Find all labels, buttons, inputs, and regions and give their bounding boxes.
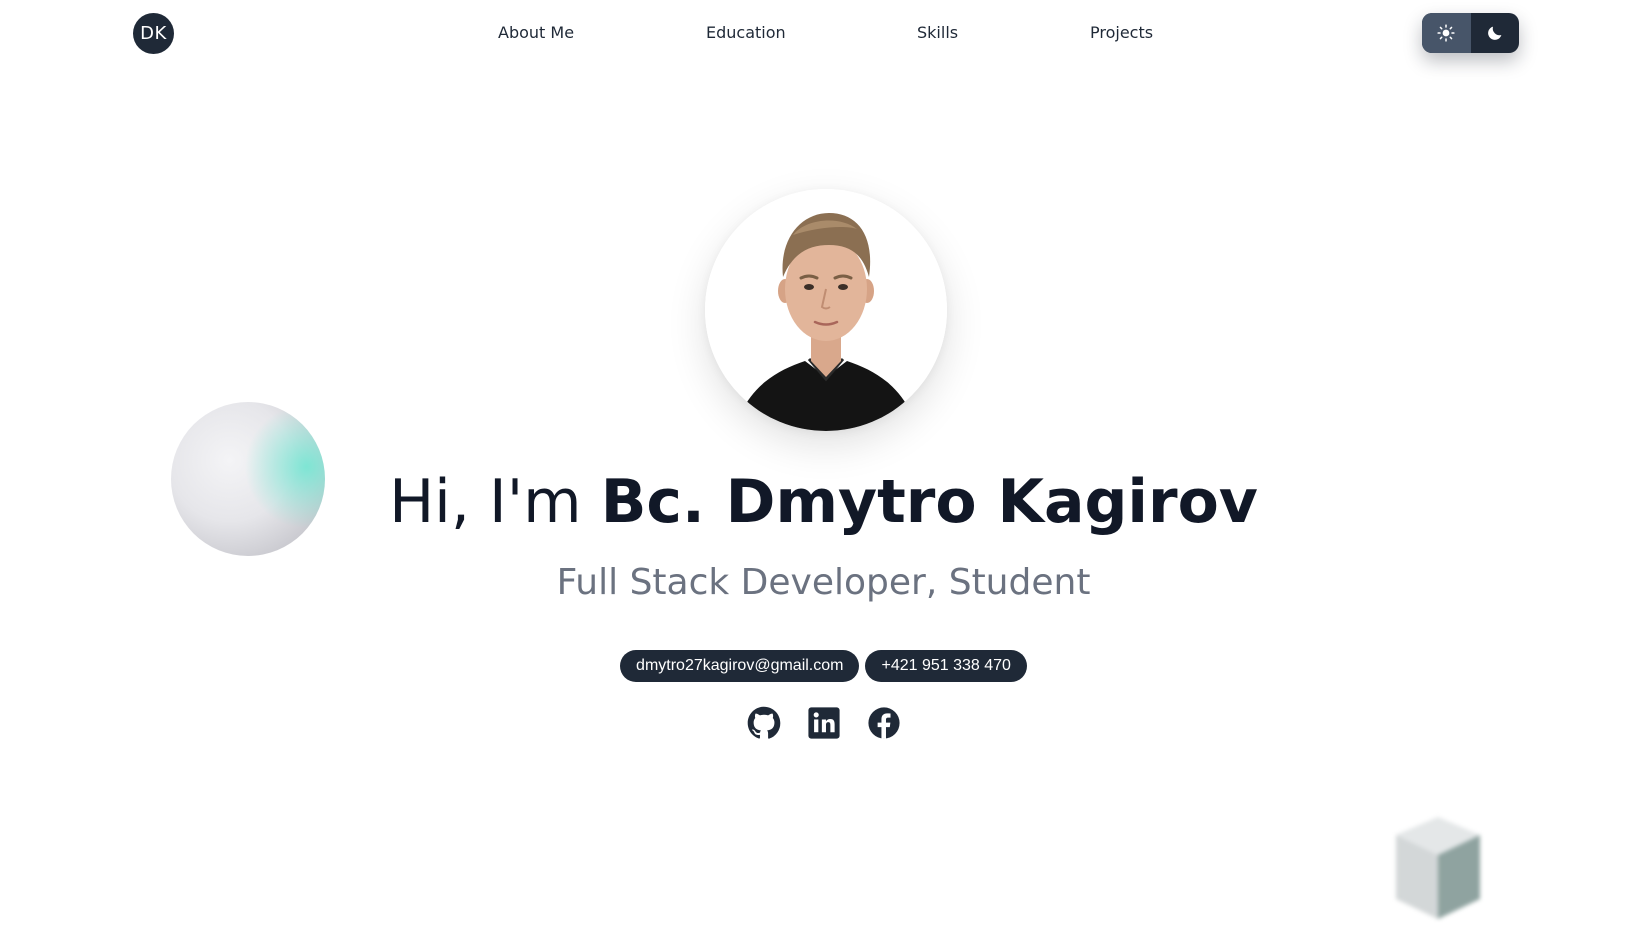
linkedin-icon [807, 707, 840, 739]
logo-text: DK [140, 23, 167, 44]
logo-badge[interactable]: DK [133, 13, 174, 54]
portfolio-page: DK About Me Education Skills Projects Hi… [0, 0, 1647, 934]
hero-subtitle: Full Stack Developer, Student [556, 562, 1091, 603]
sun-icon [1437, 24, 1455, 42]
nav-link-about[interactable]: About Me [498, 22, 574, 44]
hero-greeting: Hi, I'm [389, 467, 601, 537]
social-links [0, 706, 1647, 740]
email-pill[interactable]: dmytro27kagirov@gmail.com [620, 650, 860, 682]
github-icon [747, 706, 780, 739]
nav-link-education[interactable]: Education [706, 22, 786, 44]
dark-mode-button[interactable] [1471, 13, 1520, 53]
facebook-icon [867, 707, 900, 739]
decorative-cube [1396, 817, 1480, 919]
linkedin-link[interactable] [807, 706, 841, 740]
light-mode-button[interactable] [1422, 13, 1471, 53]
moon-icon [1487, 26, 1502, 40]
hero-name: Bc. Dmytro Kagirov [600, 467, 1258, 537]
nav-link-projects[interactable]: Projects [1090, 22, 1153, 44]
github-link[interactable] [747, 706, 781, 740]
profile-photo [705, 189, 947, 431]
hero-heading: Hi, I'm Bc. Dmytro Kagirov [0, 464, 1647, 540]
facebook-link[interactable] [867, 706, 901, 740]
profile-portrait [705, 189, 947, 431]
contact-pills: dmytro27kagirov@gmail.com +421 951 338 4… [0, 650, 1647, 682]
phone-pill[interactable]: +421 951 338 470 [865, 650, 1027, 682]
theme-toggle [1422, 13, 1519, 53]
nav-link-skills[interactable]: Skills [917, 22, 958, 44]
